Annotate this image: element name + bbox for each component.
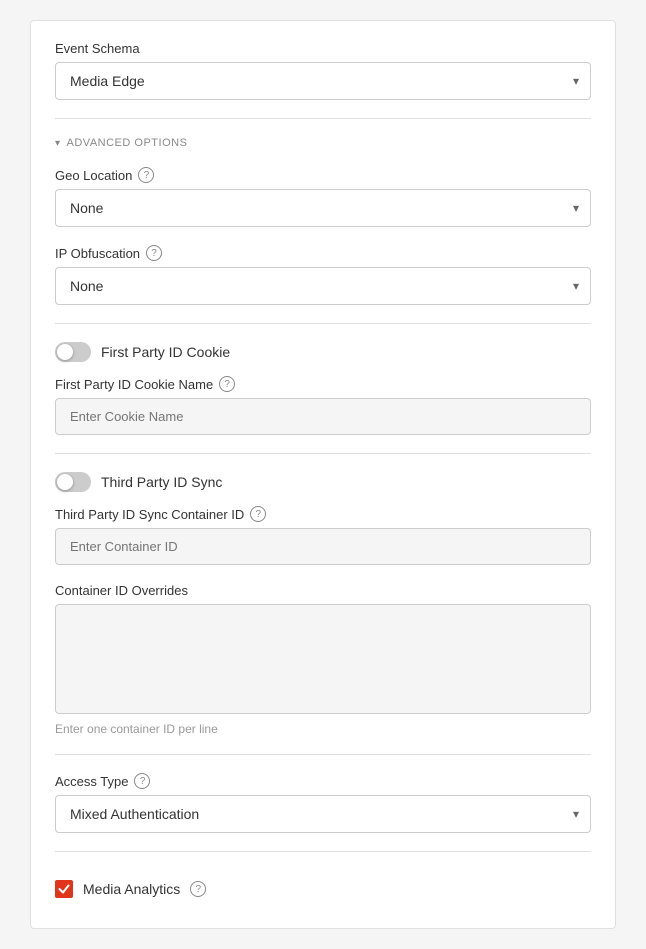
- ip-obfuscation-group: IP Obfuscation ? None ▾: [55, 245, 591, 305]
- media-analytics-row: Media Analytics ?: [55, 870, 591, 908]
- third-party-sync-container-group: Third Party ID Sync Container ID ?: [55, 506, 591, 565]
- first-party-cookie-name-help-icon[interactable]: ?: [219, 376, 235, 392]
- divider-4: [55, 754, 591, 755]
- container-id-overrides-textarea[interactable]: [55, 604, 591, 714]
- media-analytics-checkbox[interactable]: [55, 880, 73, 898]
- advanced-options-header[interactable]: ▾ ADVANCED OPTIONS: [55, 137, 591, 149]
- third-party-sync-container-label: Third Party ID Sync Container ID ?: [55, 506, 591, 522]
- access-type-help-icon[interactable]: ?: [134, 773, 150, 789]
- geo-location-select-wrapper: None ▾: [55, 189, 591, 227]
- media-analytics-help-icon[interactable]: ?: [190, 881, 206, 897]
- ip-obfuscation-help-icon[interactable]: ?: [146, 245, 162, 261]
- third-party-sync-slider: [55, 472, 91, 492]
- event-schema-group: Event Schema Media Edge ▾: [55, 41, 591, 100]
- media-analytics-label: Media Analytics: [83, 881, 180, 897]
- ip-obfuscation-select-wrapper: None ▾: [55, 267, 591, 305]
- third-party-sync-toggle[interactable]: [55, 472, 91, 492]
- access-type-select-wrapper: Mixed Authentication ▾: [55, 795, 591, 833]
- access-type-label: Access Type ?: [55, 773, 591, 789]
- divider-3: [55, 453, 591, 454]
- first-party-cookie-toggle[interactable]: [55, 342, 91, 362]
- geo-location-help-icon[interactable]: ?: [138, 167, 154, 183]
- third-party-sync-label: Third Party ID Sync: [101, 474, 222, 490]
- event-schema-select-wrapper: Media Edge ▾: [55, 62, 591, 100]
- first-party-cookie-slider: [55, 342, 91, 362]
- first-party-cookie-name-group: First Party ID Cookie Name ?: [55, 376, 591, 435]
- divider-1: [55, 118, 591, 119]
- container-id-overrides-hint: Enter one container ID per line: [55, 722, 591, 736]
- ip-obfuscation-select[interactable]: None: [55, 267, 591, 305]
- event-schema-label: Event Schema: [55, 41, 591, 56]
- container-id-overrides-label: Container ID Overrides: [55, 583, 591, 598]
- third-party-sync-help-icon[interactable]: ?: [250, 506, 266, 522]
- geo-location-select[interactable]: None: [55, 189, 591, 227]
- advanced-options-label: ADVANCED OPTIONS: [67, 137, 188, 149]
- divider-2: [55, 323, 591, 324]
- access-type-group: Access Type ? Mixed Authentication ▾: [55, 773, 591, 833]
- ip-obfuscation-label: IP Obfuscation ?: [55, 245, 591, 261]
- geo-location-group: Geo Location ? None ▾: [55, 167, 591, 227]
- divider-5: [55, 851, 591, 852]
- checkmark-icon: [58, 883, 70, 895]
- first-party-cookie-label: First Party ID Cookie: [101, 344, 230, 360]
- first-party-cookie-toggle-row: First Party ID Cookie: [55, 342, 591, 362]
- first-party-cookie-name-input[interactable]: [55, 398, 591, 435]
- access-type-select[interactable]: Mixed Authentication: [55, 795, 591, 833]
- geo-location-label: Geo Location ?: [55, 167, 591, 183]
- chevron-icon: ▾: [55, 138, 61, 149]
- event-schema-select[interactable]: Media Edge: [55, 62, 591, 100]
- third-party-sync-container-input[interactable]: [55, 528, 591, 565]
- third-party-sync-toggle-row: Third Party ID Sync: [55, 472, 591, 492]
- container-id-overrides-group: Container ID Overrides Enter one contain…: [55, 583, 591, 736]
- first-party-cookie-name-label: First Party ID Cookie Name ?: [55, 376, 591, 392]
